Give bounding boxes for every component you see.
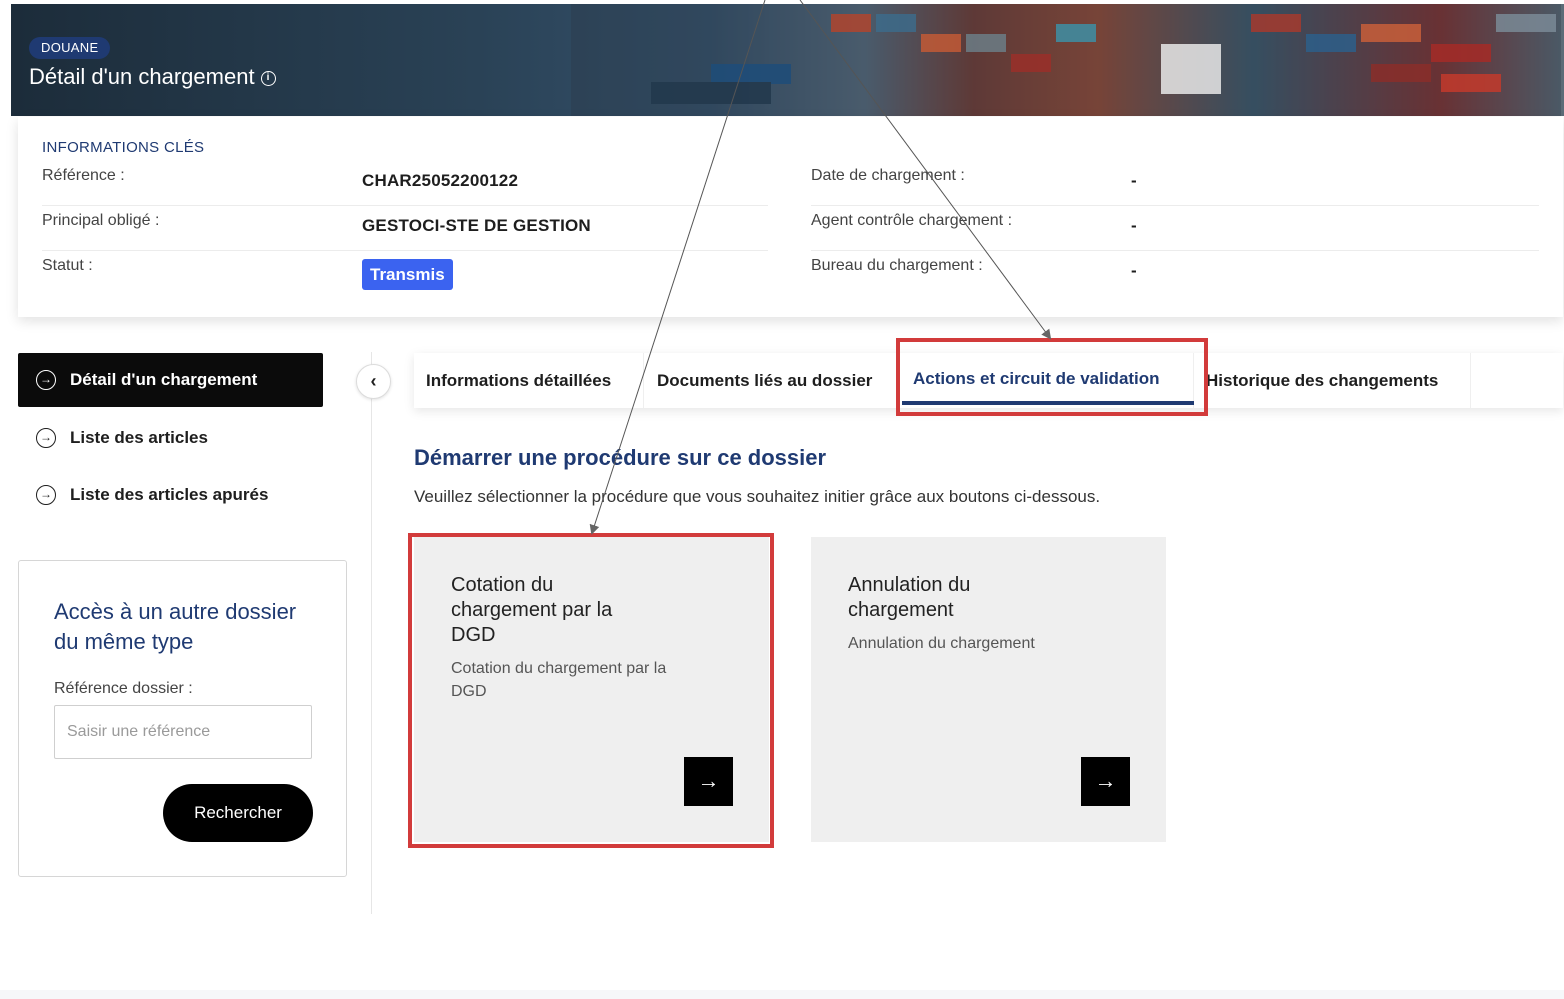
sidebar-item-label: Détail d'un chargement [70, 370, 258, 389]
tab-detailed-info[interactable]: Informations détaillées [414, 353, 644, 408]
chevron-left-icon: ‹ [370, 371, 377, 391]
arrow-circle-right-icon: → [36, 485, 56, 505]
start-procedure-button[interactable]: → [1081, 757, 1130, 806]
tab-bar: Informations détaillées Documents liés a… [414, 353, 1563, 408]
procedure-title: Annulation du chargement [848, 574, 971, 621]
key-info-row: Date de chargement : - [811, 161, 1539, 206]
reference-label: Référence : [42, 167, 125, 184]
arrow-right-icon: → [1094, 768, 1117, 793]
search-card-title: Accès à un autre dossier du même type [54, 599, 297, 654]
key-info-row: Référence : CHAR25052200122 [42, 161, 768, 206]
tab-linked-documents[interactable]: Documents liés au dossier [644, 353, 897, 408]
status-badge: Transmis [362, 259, 453, 290]
sidebar-item-label: Liste des articles [70, 428, 208, 447]
arrow-right-icon: → [697, 768, 720, 793]
sidebar-item-articles[interactable]: → Liste des articles [18, 411, 323, 465]
section-description: Veuillez sélectionner la procédure que v… [414, 487, 1101, 506]
procedure-subtitle: Cotation du chargement par la DGD [451, 660, 667, 700]
loading-date-label: Date de chargement : [811, 167, 965, 184]
sidebar-item-detail[interactable]: → Détail d'un chargement [18, 353, 323, 407]
key-info-card: INFORMATIONS CLÉS Référence : CHAR250522… [18, 117, 1563, 317]
principal-value: GESTOCI-STE DE GESTION [362, 216, 591, 235]
tab-actions-validation[interactable]: Actions et circuit de validation [902, 353, 1194, 408]
section-title: Démarrer une procédure sur ce dossier [414, 445, 827, 470]
page-title: Détail d'un chargement i [29, 63, 276, 91]
search-button[interactable]: Rechercher [163, 784, 313, 842]
reference-dossier-label: Référence dossier : [54, 680, 193, 697]
arrow-circle-right-icon: → [36, 370, 56, 390]
sidebar-item-label: Liste des articles apurés [70, 485, 269, 504]
principal-label: Principal obligé : [42, 212, 160, 229]
sidebar-item-cleared-articles[interactable]: → Liste des articles apurés [18, 468, 323, 522]
other-dossier-search-card: Accès à un autre dossier du même type Ré… [18, 560, 347, 877]
reference-search-input[interactable] [54, 705, 312, 759]
key-info-row: Principal obligé : GESTOCI-STE DE GESTIO… [42, 206, 768, 251]
domain-badge: DOUANE [29, 37, 111, 59]
footer-strip [0, 990, 1564, 999]
key-info-heading: INFORMATIONS CLÉS [42, 139, 205, 156]
collapse-sidebar-button[interactable]: ‹ [356, 364, 391, 399]
loading-office-label: Bureau du chargement : [811, 257, 983, 274]
status-label: Statut : [42, 257, 93, 274]
procedure-subtitle: Annulation du chargement [848, 635, 1035, 652]
loading-office-value: - [1131, 261, 1137, 280]
loading-date-value: - [1131, 171, 1137, 190]
arrow-circle-right-icon: → [36, 428, 56, 448]
control-agent-value: - [1131, 216, 1137, 235]
key-info-row: Bureau du chargement : - [811, 251, 1539, 296]
tab-change-history[interactable]: Historique des changements [1204, 353, 1471, 408]
procedure-card-annulation[interactable]: Annulation du chargement Annulation du c… [811, 537, 1166, 842]
control-agent-label: Agent contrôle chargement : [811, 212, 1013, 229]
sidebar-divider [371, 352, 372, 914]
active-tab-indicator [902, 401, 1194, 405]
key-info-row: Statut : Transmis [42, 251, 768, 296]
header-banner: DOUANE Détail d'un chargement i [11, 4, 1564, 116]
page-title-text: Détail d'un chargement [29, 64, 255, 89]
key-info-row: Agent contrôle chargement : - [811, 206, 1539, 251]
info-icon[interactable]: i [260, 70, 276, 86]
start-procedure-button[interactable]: → [684, 757, 733, 806]
procedure-card-cotation[interactable]: Cotation du chargement par la DGD Cotati… [414, 537, 769, 842]
procedure-title: Cotation du chargement par la DGD [451, 574, 613, 646]
banner-background-image [571, 4, 1561, 116]
reference-value: CHAR25052200122 [362, 171, 519, 190]
